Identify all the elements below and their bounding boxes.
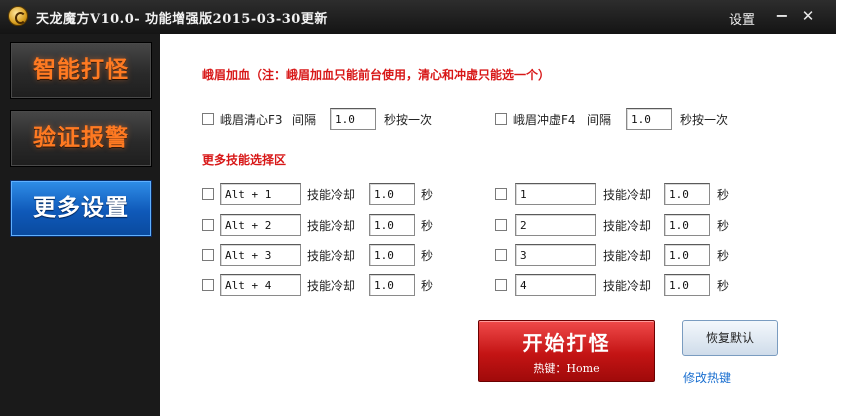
sidebar-item-verify-alarm[interactable]: 验证报警: [10, 110, 152, 167]
modify-hotkey-link[interactable]: 修改热键: [683, 369, 731, 386]
sidebar: 智能打怪 验证报警 更多设置: [0, 34, 160, 416]
start-fight-label: 开始打怪: [522, 331, 611, 355]
sidebar-item-more-settings[interactable]: 更多设置: [10, 180, 152, 237]
skill-right-1-checkbox[interactable]: [495, 188, 507, 200]
skill-right-1-cooldown-label: 技能冷却: [603, 188, 652, 202]
skill-right-2-cooldown-input[interactable]: [664, 214, 710, 236]
skill-right-2-cooldown-label: 技能冷却: [603, 219, 652, 233]
skill-right-4-checkbox[interactable]: [495, 279, 507, 291]
skill-right-3-cooldown-label: 技能冷却: [603, 249, 652, 263]
skill-left-3-key-input[interactable]: [220, 244, 301, 266]
skill-left-2-checkbox[interactable]: [202, 219, 214, 231]
skill-left-1-cooldown-label: 技能冷却: [307, 188, 356, 202]
chongxu-interval-input[interactable]: [626, 108, 672, 130]
skill-left-1-key-input[interactable]: [220, 183, 301, 205]
start-fight-button[interactable]: 开始打怪 热键：Home: [478, 320, 655, 382]
emei-heal-note: 峨眉加血（注：峨眉加血只能前台使用，清心和冲虚只能选一个）: [202, 68, 551, 82]
skill-right-2-checkbox[interactable]: [495, 219, 507, 231]
skill-row-left-2: 技能冷却 秒: [202, 214, 442, 236]
minimize-icon[interactable]: −: [771, 5, 793, 27]
chongxu-label: 峨眉冲虚F4: [513, 113, 576, 127]
skill-row-left-3: 技能冷却 秒: [202, 244, 442, 266]
skill-right-4-cooldown-label: 技能冷却: [603, 279, 652, 293]
chongxu-checkbox[interactable]: [495, 113, 507, 125]
qingxin-interval-label: 间隔: [292, 113, 317, 127]
restore-defaults-button[interactable]: 恢复默认: [682, 320, 778, 356]
skill-right-4-cooldown-input[interactable]: [664, 274, 710, 296]
skill-left-2-cooldown-label: 技能冷却: [307, 219, 356, 233]
skill-right-4-unit: 秒: [717, 279, 730, 293]
chongxu-interval-label: 间隔: [587, 113, 612, 127]
chongxu-row: 峨眉冲虚F4 间隔 秒按一次: [495, 108, 755, 130]
chongxu-suffix: 秒按一次: [680, 113, 729, 127]
skill-left-2-cooldown-input[interactable]: [369, 214, 415, 236]
skill-row-right-3: 技能冷却 秒: [495, 244, 735, 266]
skill-left-4-checkbox[interactable]: [202, 279, 214, 291]
settings-button[interactable]: 设置: [729, 9, 755, 28]
skill-right-3-checkbox[interactable]: [495, 249, 507, 261]
qingxin-interval-input[interactable]: [330, 108, 376, 130]
main-panel: 峨眉加血（注：峨眉加血只能前台使用，清心和冲虚只能选一个） 峨眉清心F3 间隔 …: [160, 34, 836, 416]
skill-right-1-unit: 秒: [717, 188, 730, 202]
skill-right-3-unit: 秒: [717, 249, 730, 263]
window-title: 天龙魔方V10.0- 功能增强版2015-03-30更新: [36, 12, 328, 27]
qingxin-checkbox[interactable]: [202, 113, 214, 125]
qingxin-label: 峨眉清心F3: [220, 113, 283, 127]
skill-right-3-cooldown-input[interactable]: [664, 244, 710, 266]
app-window: 天龙魔方V10.0- 功能增强版2015-03-30更新 设置 − ✕ 智能打怪…: [0, 0, 836, 416]
skill-left-3-cooldown-label: 技能冷却: [307, 249, 356, 263]
qingxin-suffix: 秒按一次: [384, 113, 433, 127]
skill-right-2-key-input[interactable]: [515, 214, 596, 236]
skill-left-3-unit: 秒: [421, 249, 434, 263]
skill-right-2-unit: 秒: [717, 219, 730, 233]
skill-left-4-cooldown-input[interactable]: [369, 274, 415, 296]
skill-right-1-cooldown-input[interactable]: [664, 183, 710, 205]
skill-left-4-unit: 秒: [421, 279, 434, 293]
skill-row-right-2: 技能冷却 秒: [495, 214, 735, 236]
skill-left-2-key-input[interactable]: [220, 214, 301, 236]
skill-left-2-unit: 秒: [421, 219, 434, 233]
title-bar[interactable]: 天龙魔方V10.0- 功能增强版2015-03-30更新 设置 − ✕: [0, 0, 836, 34]
skill-row-right-1: 技能冷却 秒: [495, 183, 735, 205]
skill-right-3-key-input[interactable]: [515, 244, 596, 266]
skill-left-3-checkbox[interactable]: [202, 249, 214, 261]
skill-right-1-key-input[interactable]: [515, 183, 596, 205]
skill-right-4-key-input[interactable]: [515, 274, 596, 296]
close-icon[interactable]: ✕: [797, 5, 819, 27]
skill-row-left-4: 技能冷却 秒: [202, 274, 442, 296]
start-hotkey-label: 热键：Home: [533, 362, 600, 375]
qingxin-row: 峨眉清心F3 间隔 秒按一次: [202, 108, 462, 130]
skill-left-3-cooldown-input[interactable]: [369, 244, 415, 266]
skill-left-1-cooldown-input[interactable]: [369, 183, 415, 205]
skill-left-1-unit: 秒: [421, 188, 434, 202]
app-logo-icon: [8, 6, 28, 26]
sidebar-item-smart-fight[interactable]: 智能打怪: [10, 42, 152, 99]
skill-row-right-4: 技能冷却 秒: [495, 274, 735, 296]
skill-left-4-cooldown-label: 技能冷却: [307, 279, 356, 293]
skill-row-left-1: 技能冷却 秒: [202, 183, 442, 205]
more-skills-title: 更多技能选择区: [202, 153, 287, 167]
skill-left-1-checkbox[interactable]: [202, 188, 214, 200]
skill-left-4-key-input[interactable]: [220, 274, 301, 296]
